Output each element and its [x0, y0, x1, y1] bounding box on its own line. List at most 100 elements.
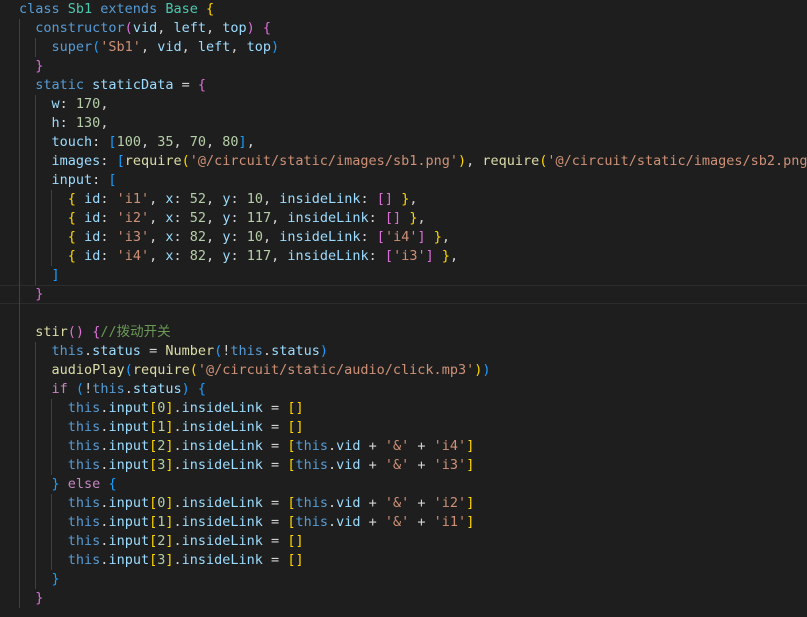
code-token: //拨动开关 [100, 324, 171, 340]
code-token: } [35, 590, 44, 606]
code-line[interactable]: class Sb1 extends Base { [0, 0, 807, 19]
code-line[interactable]: this.input[2].insideLink = [this.vid + '… [0, 437, 807, 456]
code-line[interactable]: super('Sb1', vid, left, top) [0, 38, 807, 57]
code-token: if [51, 381, 68, 397]
code-line[interactable]: touch: [100, 35, 70, 80], [0, 133, 807, 152]
code-token: ) [246, 20, 255, 36]
code-token: : [100, 191, 117, 207]
code-line[interactable]: this.input[3].insideLink = [this.vid + '… [0, 456, 807, 475]
code-token: + [409, 514, 434, 530]
code-token: '@/circuit/static/audio/click.mp3' [197, 362, 475, 378]
code-token: id [84, 191, 101, 207]
code-line[interactable]: audioPlay(require('@/circuit/static/audi… [0, 361, 807, 380]
code-token: { [67, 229, 76, 245]
code-token: : [368, 210, 385, 226]
code-line[interactable]: } [0, 570, 807, 589]
code-token: insideLink [287, 210, 369, 226]
code-line[interactable]: stir() {//拨动开关 [0, 323, 807, 342]
code-token: this [67, 400, 101, 416]
code-token: id [84, 229, 101, 245]
code-token: insideLink [181, 400, 263, 416]
code-token: x [165, 191, 174, 207]
code-line[interactable] [0, 304, 807, 323]
code-line[interactable]: { id: 'i4', x: 82, y: 117, insideLink: [… [0, 247, 807, 266]
code-token: 52 [189, 210, 207, 226]
code-token: + [409, 495, 434, 511]
code-token: insideLink [181, 533, 263, 549]
code-token: , [173, 134, 190, 150]
code-token: = [262, 438, 288, 454]
code-token: input [51, 172, 93, 188]
code-token: : [92, 134, 109, 150]
code-token: ( [181, 153, 190, 169]
code-line[interactable]: w: 170, [0, 95, 807, 114]
code-token: vid [336, 514, 361, 530]
code-line[interactable]: this.input[2].insideLink = [] [0, 532, 807, 551]
code-token: = [262, 552, 288, 568]
code-line[interactable]: h: 130, [0, 114, 807, 133]
code-editor[interactable]: class Sb1 extends Base { constructor(vid… [0, 0, 807, 617]
code-token: { [262, 20, 272, 36]
code-token: constructor [35, 20, 125, 36]
code-line[interactable]: { id: 'i3', x: 82, y: 10, insideLink: ['… [0, 228, 807, 247]
code-token: audioPlay [51, 362, 125, 378]
code-token: status [92, 343, 141, 359]
code-token: 'i1' [433, 514, 467, 530]
code-line[interactable]: } [0, 57, 807, 76]
code-token: require [482, 153, 540, 169]
code-token: 'i1' [116, 191, 150, 207]
code-token: , [441, 229, 451, 245]
code-line[interactable]: } [0, 589, 807, 608]
code-token: 117 [246, 248, 272, 264]
code-token: , [271, 210, 288, 226]
code-token: ) [457, 153, 467, 169]
code-token: '@/circuit/static/images/sb2.png' [547, 153, 807, 169]
code-token: [] [287, 552, 304, 568]
code-line[interactable]: ] [0, 266, 807, 285]
code-token: this [295, 438, 328, 454]
code-token: { [67, 248, 76, 264]
code-line[interactable]: this.status = Number(!this.status) [0, 342, 807, 361]
code-token: ! [84, 381, 93, 397]
code-token: , [409, 191, 418, 207]
code-line[interactable]: { id: 'i1', x: 52, y: 10, insideLink: []… [0, 190, 807, 209]
code-token: [] [384, 210, 402, 226]
code-token: = [262, 514, 288, 530]
code-line[interactable]: static staticData = { [0, 76, 807, 95]
code-token: ] [165, 457, 174, 473]
code-line[interactable]: } [0, 285, 807, 304]
code-line[interactable]: this.input[1].insideLink = [] [0, 418, 807, 437]
code-token: . [173, 552, 182, 568]
code-token: [ [149, 438, 158, 454]
code-token: else [67, 476, 101, 492]
indent-guide [35, 342, 36, 589]
code-token: input [108, 552, 150, 568]
code-token: 170 [75, 96, 101, 112]
code-token: this [67, 533, 101, 549]
code-token: , [262, 229, 280, 245]
code-line[interactable]: constructor(vid, left, top) { [0, 19, 807, 38]
code-line[interactable]: this.input[3].insideLink = [] [0, 551, 807, 570]
code-line[interactable]: this.input[1].insideLink = [this.vid + '… [0, 513, 807, 532]
code-token: Number [165, 343, 215, 359]
code-token: } [433, 229, 442, 245]
code-token: static [35, 77, 93, 93]
code-line[interactable]: images: [require('@/circuit/static/image… [0, 152, 807, 171]
code-token: : [230, 229, 247, 245]
code-line[interactable]: this.input[0].insideLink = [this.vid + '… [0, 494, 807, 513]
code-token: require [132, 362, 190, 378]
code-line[interactable]: this.input[0].insideLink = [] [0, 399, 807, 418]
code-line[interactable]: input: [ [0, 171, 807, 190]
code-line[interactable]: { id: 'i2', x: 52, y: 117, insideLink: [… [0, 209, 807, 228]
code-token: , [140, 39, 158, 55]
code-token: . [173, 495, 182, 511]
code-line[interactable]: } else { [0, 475, 807, 494]
code-line[interactable]: if (!this.status) { [0, 380, 807, 399]
